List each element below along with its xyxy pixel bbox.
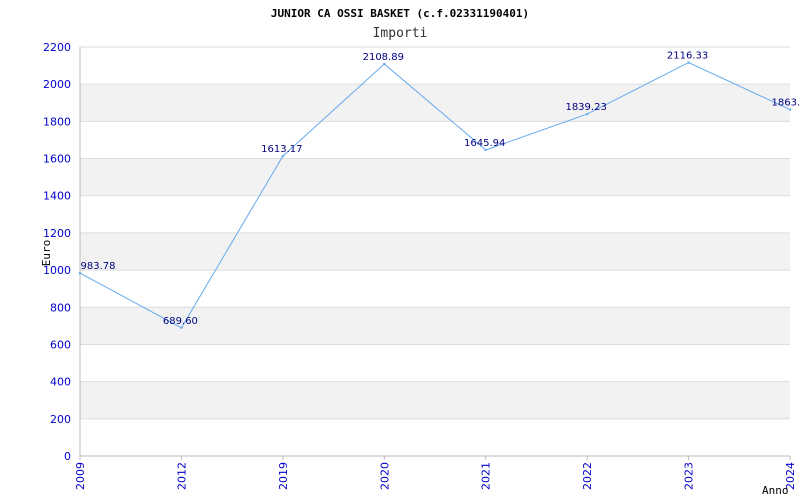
plot-band: [80, 381, 790, 419]
data-label: 1863.4: [772, 98, 800, 109]
x-tick-label: 2009: [74, 462, 87, 490]
data-label: 983.78: [81, 261, 116, 272]
chart-main-title: JUNIOR CA OSSI BASKET (c.f.02331190401): [271, 7, 529, 20]
y-tick-label: 200: [50, 413, 71, 426]
x-tick-label: 2022: [581, 462, 594, 490]
y-tick-label: 1200: [43, 227, 71, 240]
plot-band: [80, 344, 790, 382]
data-label: 2108.89: [363, 52, 404, 63]
y-tick-label: 2200: [43, 41, 71, 54]
plot-band: [80, 195, 790, 233]
data-point: [383, 62, 386, 66]
y-tick-label: 2000: [43, 78, 71, 91]
data-point: [687, 61, 690, 64]
data-label: 1645.94: [464, 138, 505, 149]
data-label: 1613.17: [261, 144, 302, 155]
data-point: [281, 154, 285, 158]
data-label: 2116.33: [667, 51, 708, 62]
data-point: [788, 108, 792, 111]
x-tick-label: 2012: [175, 462, 188, 490]
y-tick-label: 400: [50, 376, 71, 389]
data-point: [180, 326, 183, 329]
plot-band: [80, 270, 790, 308]
data-point: [78, 271, 82, 275]
y-tick-label: 1800: [43, 115, 71, 128]
x-tick-label: 2019: [277, 462, 290, 490]
chart-subtitle: Importi: [373, 26, 428, 41]
x-tick-label: 2023: [683, 462, 696, 490]
y-tick-label: 0: [64, 450, 71, 463]
x-axis-label: Anno: [762, 484, 789, 497]
plot-band: [80, 232, 790, 271]
y-tick-label: 800: [50, 301, 71, 314]
y-tick-label: 600: [50, 338, 71, 351]
plot-band: [80, 121, 790, 159]
plot-background: [80, 47, 790, 456]
x-tick-label: 2021: [480, 462, 493, 490]
line-chart: JUNIOR CA OSSI BASKET (c.f.02331190401) …: [40, 7, 800, 497]
data-point: [585, 112, 589, 116]
y-tick-label: 1600: [43, 153, 71, 166]
y-axis-label: Euro: [40, 240, 53, 267]
plot-band: [80, 84, 790, 122]
data-point: [484, 148, 487, 152]
plot-band: [80, 418, 790, 456]
data-label: 1839.23: [565, 102, 606, 113]
data-label: 689.60: [163, 316, 198, 327]
x-tick-labels: 2009 2012 2019 2020 2021 2022 2023 2024: [74, 462, 797, 490]
plot-band: [80, 158, 790, 196]
x-tick-label: 2020: [378, 462, 391, 490]
y-tick-label: 1400: [43, 190, 71, 203]
